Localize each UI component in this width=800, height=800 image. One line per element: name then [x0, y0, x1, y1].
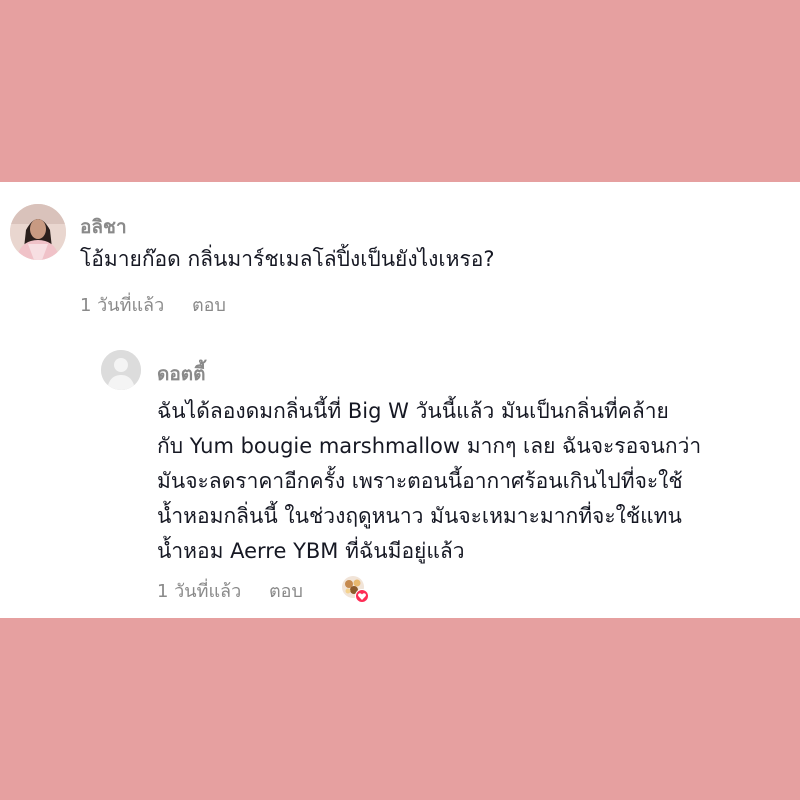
reply-text-line: น้ำหอม Aerre YBM ที่ฉันมีอยู่แล้ว — [157, 539, 465, 563]
reply-text: ฉันได้ลองดมกลิ่นนี้ที่ Big W วันนี้แล้ว … — [157, 394, 787, 569]
reply-button[interactable]: ตอบ — [192, 295, 226, 316]
creator-liked-heart-icon — [340, 574, 370, 604]
comment-card: อลิชา โอ้มายก๊อด กลิ่นมาร์ชเมลโล่ปิ้งเป็… — [0, 182, 800, 618]
reply-text-line: กับ Yum bougie marshmallow มากๆ เลย ฉันจ… — [157, 434, 702, 458]
reply-text-line: มันจะลดราคาอีกครั้ง เพราะตอนนี้อากาศร้อน… — [157, 469, 683, 493]
reply-username[interactable]: ดอตตี้ — [157, 359, 205, 389]
comment-timestamp: 1 วันที่แล้ว — [80, 295, 165, 316]
comment-meta: 1 วันที่แล้ว ตอบ — [80, 290, 226, 319]
reply-timestamp: 1 วันที่แล้ว — [157, 581, 242, 602]
default-avatar-icon — [101, 350, 141, 390]
comment-text: โอ้มายก๊อด กลิ่นมาร์ชเมลโล่ปิ้งเป็นยังไง… — [80, 247, 495, 271]
user-photo-avatar-icon — [10, 204, 66, 260]
reply-text-line: น้ำหอมกลิ่นนี้ ในช่วงฤดูหนาว มันจะเหมาะม… — [157, 504, 682, 528]
reply-meta: 1 วันที่แล้ว ตอบ — [157, 576, 303, 605]
reply-text-line: ฉันได้ลองดมกลิ่นนี้ที่ Big W วันนี้แล้ว … — [157, 399, 669, 423]
avatar[interactable] — [10, 204, 66, 260]
reply-button[interactable]: ตอบ — [269, 581, 303, 602]
avatar[interactable] — [101, 350, 141, 390]
comment-username[interactable]: อลิชา — [80, 212, 127, 242]
